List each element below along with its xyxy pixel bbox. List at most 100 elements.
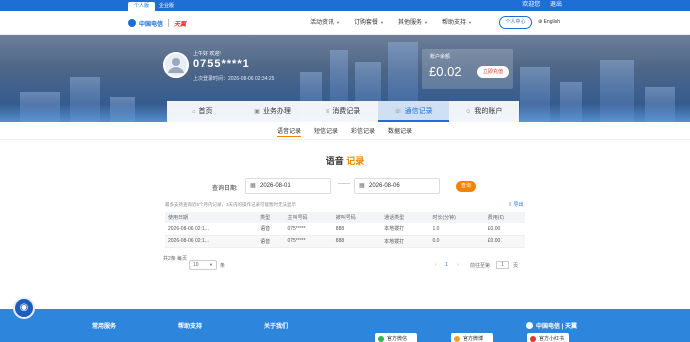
col-type: 类型 [257, 212, 285, 223]
recharge-button[interactable]: 立即充值 [477, 66, 509, 78]
phone-icon: ☏ [394, 109, 402, 115]
cell-fee: £0.00 [484, 223, 525, 236]
top-strip: 个人版 企业版 欢迎您 退出 [0, 0, 690, 11]
pagination: 共2条 每页 10 ▼ 条 ‹ 1 › 前往至第 1 页 [163, 256, 525, 274]
chevron-down-icon: ▼ [423, 20, 428, 25]
wechat-icon [378, 336, 384, 342]
footer-logo: 中国电信 | 天翼 [526, 321, 577, 330]
main-tabs: ⌂ 首页 ▣ 业务办理 ≡ 消费记录 ☏ 通信记录 ☺ 我的账户 [167, 101, 519, 122]
footer: 常用服务 帮助支持 关于我们 官方微信 官方微博 官方小红书 中国电信 | 天翼 [0, 309, 690, 342]
end-date-input[interactable]: ▦ 2026-08-06 [354, 178, 440, 194]
cell-call-type: 本地拨打 [381, 223, 430, 236]
subtab-mms[interactable]: 彩信记录 [351, 126, 375, 135]
logo-text: 中国电信 [139, 21, 164, 28]
nav-help[interactable]: 帮助支持 ▼ [442, 11, 472, 35]
header: 中国电信 天翼 活动资讯 ▼ 订购套餐 ▼ 其他服务 ▼ 帮助支持 ▼ 个人中心 ⊕ E… [0, 11, 690, 35]
query-date-label: 查询日期: [212, 186, 238, 192]
records-table: 使用日期 类型 主叫号码 被叫号码 通话类型 时长(分钟) 费用(€) 2026… [165, 212, 525, 248]
logo[interactable]: 中国电信 天翼 [128, 17, 186, 29]
page-size-unit: 条 [220, 263, 226, 269]
goto-page-unit: 页 [513, 263, 519, 269]
calendar-icon: ▦ [359, 183, 365, 189]
cell-type: 语音 [257, 223, 285, 236]
footer-col-services[interactable]: 常用服务 [92, 321, 116, 330]
last-login: 上次登录时间：2026-08-06 02:34:25 [193, 76, 275, 82]
query-button[interactable]: 查询 [456, 181, 476, 192]
page-size-label: 每页 [177, 256, 188, 262]
cell-call-type: 本地拨打 [381, 235, 430, 248]
fingerprint-icon[interactable]: ◉ [13, 297, 35, 319]
cell-callee: 888 [332, 223, 382, 236]
chevron-down-icon: ▼ [209, 262, 213, 267]
segment-enterprise[interactable]: 企业版 [153, 2, 180, 11]
tab-business[interactable]: ▣ 业务办理 [237, 101, 307, 122]
export-button[interactable]: ⇪ 导出 [508, 201, 524, 208]
balance-label: 账户余额 [430, 54, 451, 60]
col-duration: 时长(分钟) [429, 212, 485, 223]
cell-date: 2026-08-06 02:1... [165, 235, 258, 248]
xiaohongshu-card[interactable]: 官方小红书 [527, 333, 569, 342]
logout-link[interactable]: 退出 [550, 2, 562, 8]
page-title: 语音 记录 [325, 156, 365, 166]
cell-caller: 075***** [284, 223, 333, 236]
cell-date: 2026-08-06 02:1... [165, 223, 258, 236]
cell-callee: 888 [332, 235, 382, 248]
col-call-type: 通话类型 [381, 212, 430, 223]
greeting-text: 上午好 欢迎! [193, 51, 221, 57]
weibo-icon [454, 336, 460, 342]
cell-fee: £0.00 [484, 235, 525, 248]
briefcase-icon: ▣ [254, 109, 260, 115]
user-center-button[interactable]: 个人中心 [499, 16, 532, 29]
footer-col-help[interactable]: 帮助支持 [178, 321, 202, 330]
chevron-down-icon: ▼ [467, 20, 472, 25]
tab-home[interactable]: ⌂ 首页 [167, 101, 237, 122]
segment-personal[interactable]: 个人版 [128, 2, 156, 11]
cell-duration: 1.0 [429, 223, 485, 236]
goto-page-input[interactable]: 1 [496, 261, 509, 269]
telecom-logo-icon [526, 322, 533, 329]
footer-col-about[interactable]: 关于我们 [264, 321, 288, 330]
chevron-down-icon: ▼ [336, 20, 340, 25]
tab-communication[interactable]: ☏ 通信记录 [378, 101, 450, 122]
subtab-sms[interactable]: 短信记录 [314, 126, 338, 135]
col-date: 使用日期 [165, 212, 258, 223]
globe-icon: ⊕ [538, 19, 543, 25]
subtab-voice[interactable]: 语音记录 [277, 126, 302, 137]
prev-page-button[interactable]: ‹ [435, 262, 437, 268]
home-icon: ⌂ [191, 109, 196, 115]
nav-activities[interactable]: 活动资讯 ▼ [310, 11, 340, 35]
wechat-card[interactable]: 官方微信 [375, 333, 417, 342]
col-fee: 费用(€) [484, 212, 525, 223]
goto-label: 前往至第 [470, 263, 491, 269]
col-caller: 主叫号码 [284, 212, 333, 223]
receipt-icon: ≡ [325, 109, 330, 115]
subtab-data[interactable]: 数据记录 [388, 126, 412, 135]
page-size-select[interactable]: 10 ▼ [189, 260, 217, 270]
next-page-button[interactable]: › [457, 262, 459, 268]
language-switch[interactable]: ⊕ English [538, 16, 560, 29]
nav-other[interactable]: 其他服务 ▼ [398, 11, 428, 35]
username: 0755****1 [193, 58, 250, 70]
weibo-card[interactable]: 官方微博 [451, 333, 493, 342]
tab-consumption[interactable]: ≡ 消费记录 [308, 101, 378, 122]
cell-type: 语音 [257, 235, 285, 248]
col-callee: 被叫号码 [332, 212, 382, 223]
table-row: 2026-08-06 02:1... 语音 075***** 888 本地拨打 … [165, 223, 525, 236]
logo-brand: 天翼 [174, 21, 187, 28]
export-icon: ⇪ [508, 202, 513, 208]
welcome-link[interactable]: 欢迎您 [522, 2, 540, 8]
avatar[interactable] [163, 52, 189, 78]
xiaohongshu-icon [530, 336, 536, 342]
user-icon: ☺ [465, 109, 472, 115]
current-page[interactable]: 1 [445, 262, 448, 268]
calendar-icon: ▦ [250, 183, 256, 189]
tab-account[interactable]: ☺ 我的账户 [449, 101, 519, 122]
date-range-separator: —— [338, 181, 350, 187]
user-avatar-icon [168, 58, 184, 73]
table-row: 2026-08-06 02:1... 语音 075***** 888 本地拨打 … [165, 235, 525, 248]
nav-plans[interactable]: 订购套餐 ▼ [354, 11, 384, 35]
top-links: 欢迎您 退出 [514, 0, 562, 11]
balance-amount: £0.02 [429, 64, 462, 79]
table-header-row: 使用日期 类型 主叫号码 被叫号码 通话类型 时长(分钟) 费用(€) [165, 212, 525, 223]
start-date-input[interactable]: ▦ 2026-08-01 [245, 178, 331, 194]
